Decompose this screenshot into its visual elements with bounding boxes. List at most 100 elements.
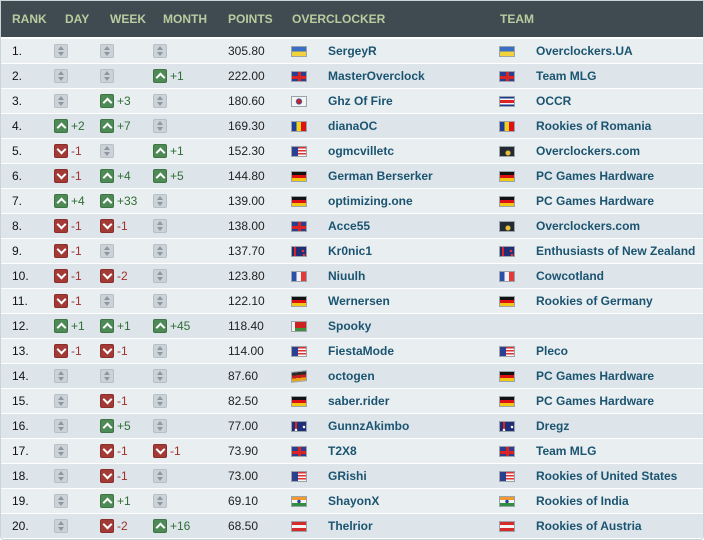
day-change: +2: [54, 114, 85, 139]
column-header-month[interactable]: MONTH: [163, 12, 207, 26]
team-link[interactable]: Pleco: [536, 339, 568, 364]
flag-uk-icon: [291, 71, 307, 82]
week-change: [100, 39, 117, 64]
week-change: -2: [100, 264, 128, 289]
arrow-down-icon: [153, 443, 167, 458]
month-change-value: +1: [170, 69, 184, 83]
week-change-value: -1: [117, 444, 128, 458]
rank-cell: 5.: [12, 144, 23, 158]
table-row: 5. -1 +1 152.30 ogmcvilletc Overclockers.com: [1, 139, 703, 164]
week-change-value: +7: [117, 119, 131, 133]
team-link[interactable]: PC Games Hardware: [536, 189, 654, 214]
month-change: -1: [153, 439, 181, 464]
month-change: [153, 389, 170, 414]
team-link[interactable]: Team MLG: [536, 64, 596, 89]
overclocker-link[interactable]: octogen: [328, 364, 375, 389]
table-row: 1. 305.80 SergeyR Overclockers.UA: [1, 39, 703, 64]
unchanged-icon: [100, 243, 114, 258]
overclocker-link[interactable]: saber.rider: [328, 389, 389, 414]
month-change: [153, 264, 170, 289]
table-row: 16. +5 77.00 GunnzAkimbo Dregz: [1, 414, 703, 439]
points-value: 87.60: [228, 369, 259, 383]
rank-cell: 11.: [12, 294, 28, 308]
overclocker-link[interactable]: Niuulh: [328, 264, 365, 289]
arrow-down-icon: [54, 218, 68, 233]
flag-germany-icon: [291, 396, 307, 407]
column-header-rank[interactable]: RANK: [12, 12, 47, 26]
points-value: 114.00: [228, 344, 264, 358]
day-change: [54, 439, 71, 464]
arrow-up-icon: [100, 418, 114, 433]
team-link[interactable]: OCCR: [536, 89, 571, 114]
column-header-overclocker[interactable]: OVERCLOCKER: [292, 12, 385, 26]
leaderboard-table: RANK DAY WEEK MONTH POINTS OVERCLOCKER T…: [0, 0, 704, 540]
unchanged-icon: [54, 93, 68, 108]
flag-germany-icon: [499, 171, 515, 182]
column-header-day[interactable]: DAY: [65, 12, 89, 26]
rank-cell: 4.: [12, 119, 23, 133]
team-link[interactable]: PC Games Hardware: [536, 164, 654, 189]
overclocker-link[interactable]: optimizing.one: [328, 189, 413, 214]
overclocker-link[interactable]: Thelrior: [328, 514, 373, 539]
week-change: +4: [100, 164, 131, 189]
arrow-up-icon: [100, 118, 114, 133]
team-link[interactable]: Overclockers.com: [536, 214, 640, 239]
overclocker-link[interactable]: Acce55: [328, 214, 370, 239]
team-link[interactable]: Team MLG: [536, 439, 596, 464]
overclocker-link[interactable]: GRishi: [328, 464, 367, 489]
team-link[interactable]: Rookies of Austria: [536, 514, 642, 539]
overclocker-link[interactable]: Spooky: [328, 314, 371, 339]
overclocker-link[interactable]: MasterOverclock: [328, 64, 425, 89]
arrow-down-icon: [100, 518, 114, 533]
team-link[interactable]: Rookies of Romania: [536, 114, 651, 139]
month-change: +1: [153, 64, 184, 89]
flag-france-icon: [499, 271, 515, 282]
column-header-week[interactable]: WEEK: [110, 12, 146, 26]
column-header-points[interactable]: POINTS: [228, 12, 273, 26]
team-link[interactable]: PC Games Hardware: [536, 364, 654, 389]
team-link[interactable]: Cowcotland: [536, 264, 604, 289]
overclocker-link[interactable]: T2X8: [328, 439, 357, 464]
team-link[interactable]: Dregz: [536, 414, 569, 439]
week-change-value: -2: [117, 519, 128, 533]
team-link[interactable]: Overclockers.UA: [536, 39, 633, 64]
team-link[interactable]: Rookies of Germany: [536, 289, 653, 314]
flag-usa-icon: [499, 471, 515, 482]
overclocker-link[interactable]: ogmcvilletc: [328, 139, 394, 164]
overclocker-link[interactable]: German Berserker: [328, 164, 433, 189]
table-row: 9. -1 137.70 Kr0nic1 Enthusiasts of New Zeal…: [1, 239, 703, 264]
overclocker-link[interactable]: Wernersen: [328, 289, 390, 314]
day-change: [54, 464, 71, 489]
overclocker-link[interactable]: Kr0nic1: [328, 239, 372, 264]
unchanged-icon: [153, 468, 167, 483]
team-link[interactable]: Rookies of India: [536, 489, 629, 514]
flag-uk-icon: [499, 71, 515, 82]
week-change-value: -1: [117, 469, 128, 483]
unchanged-icon: [54, 393, 68, 408]
day-change: -1: [54, 339, 82, 364]
overclocker-link[interactable]: FiestaMode: [328, 339, 394, 364]
table-row: 6. -1 +4 +5 144.80 German Berserker PC Games H…: [1, 164, 703, 189]
flag-usa-icon: [499, 346, 515, 357]
table-row: 14. 87.60 octogen PC Games Hardware: [1, 364, 703, 389]
day-change-value: +4: [71, 194, 85, 208]
overclocker-link[interactable]: SergeyR: [328, 39, 377, 64]
table-body: 1. 305.80 SergeyR Overclockers.UA 2. +1 222.00…: [1, 39, 703, 539]
week-change: [100, 64, 117, 89]
team-link[interactable]: Rookies of United States: [536, 464, 677, 489]
overclocker-link[interactable]: ShayonX: [328, 489, 379, 514]
team-link[interactable]: Enthusiasts of New Zealand: [536, 239, 695, 264]
week-change-value: +1: [117, 494, 131, 508]
unchanged-icon: [153, 393, 167, 408]
week-change: +33: [100, 189, 137, 214]
team-link[interactable]: PC Games Hardware: [536, 389, 654, 414]
unchanged-icon: [153, 118, 167, 133]
overclocker-link[interactable]: GunnzAkimbo: [328, 414, 409, 439]
rank-cell: 3.: [12, 94, 23, 108]
overclocker-link[interactable]: dianaOC: [328, 114, 377, 139]
rank-cell: 10.: [12, 269, 29, 283]
team-link[interactable]: Overclockers.com: [536, 139, 640, 164]
overclocker-link[interactable]: Ghz Of Fire: [328, 89, 393, 114]
column-header-team[interactable]: TEAM: [500, 12, 534, 26]
unchanged-icon: [153, 368, 167, 383]
